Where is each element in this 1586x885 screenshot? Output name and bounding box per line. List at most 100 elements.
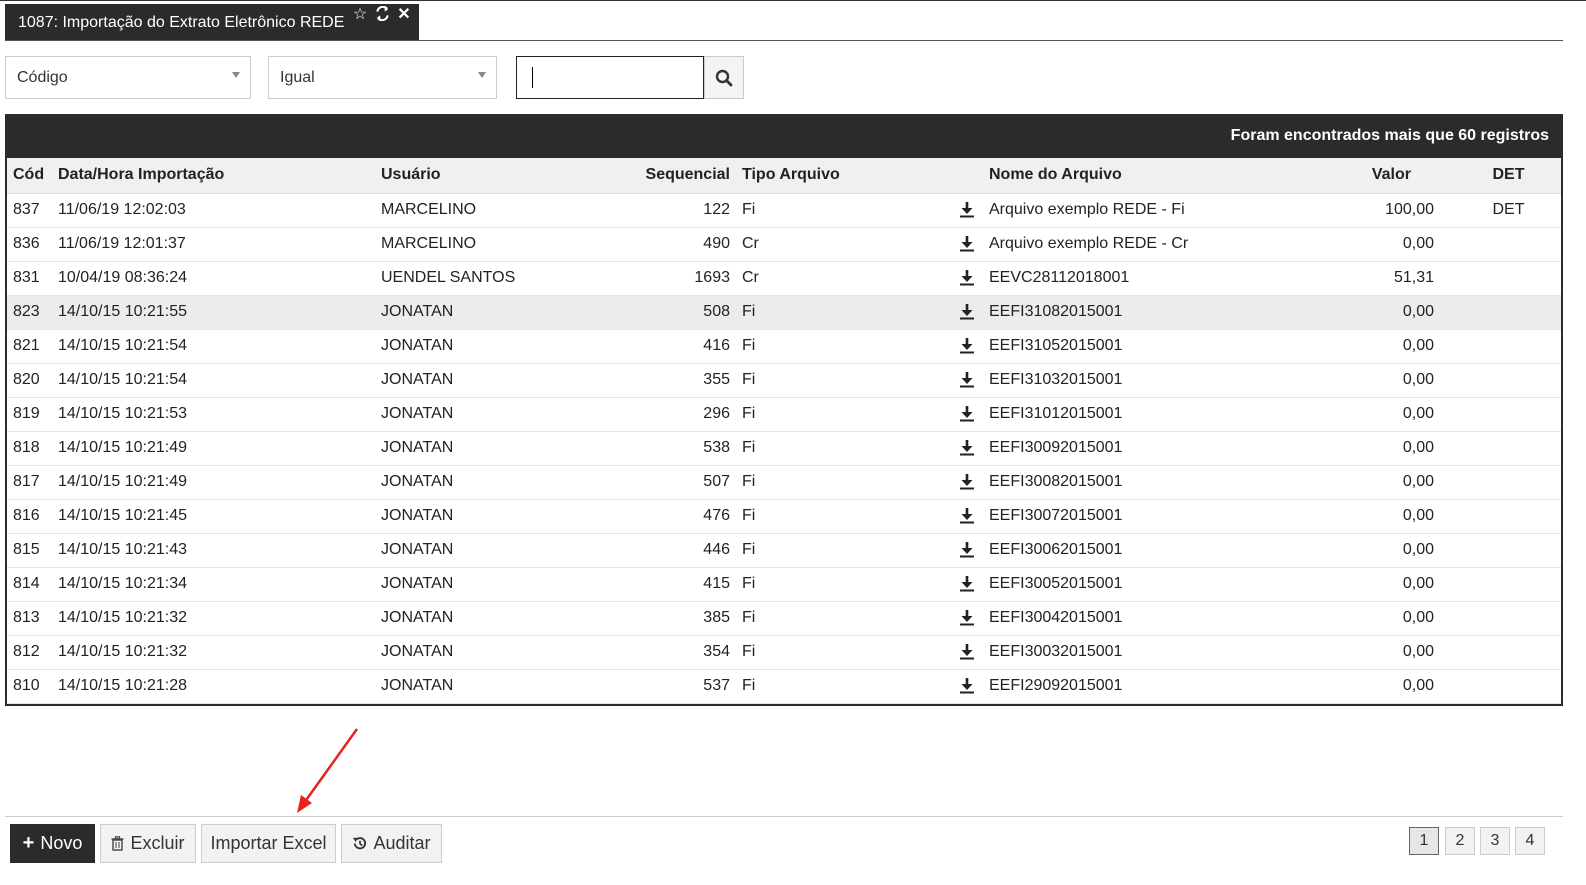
cell-download[interactable] (943, 295, 983, 330)
cell-usuario: JONATAN (375, 533, 575, 568)
col-header-data-hora[interactable]: Data/Hora Importação (52, 158, 375, 194)
cell-cod: 813 (7, 601, 52, 636)
novo-button[interactable]: + Novo (10, 824, 95, 863)
cell-download[interactable] (943, 397, 983, 432)
cell-usuario: JONATAN (375, 431, 575, 466)
cell-valor: 0,00 (1283, 465, 1456, 500)
cell-download[interactable] (943, 499, 983, 534)
cell-valor: 0,00 (1283, 295, 1456, 330)
download-icon[interactable] (959, 677, 975, 694)
cell-det[interactable] (1456, 601, 1561, 636)
cell-nome-arquivo: EEFI31052015001 (983, 329, 1283, 364)
download-icon[interactable] (959, 201, 975, 218)
cell-nome-arquivo: EEFI31082015001 (983, 295, 1283, 330)
col-header-cod[interactable]: Cód (7, 158, 52, 194)
cell-det[interactable] (1456, 227, 1561, 262)
search-input[interactable] (516, 56, 704, 99)
cell-usuario: JONATAN (375, 499, 575, 534)
filter-field-select[interactable]: Código (5, 56, 251, 99)
cell-det[interactable] (1456, 499, 1561, 534)
cell-det[interactable] (1456, 295, 1561, 330)
table-row[interactable]: 820 14/10/15 10:21:54 JONATAN 355 Fi EEFI3103… (7, 363, 1561, 398)
download-icon[interactable] (959, 303, 975, 320)
download-icon[interactable] (959, 269, 975, 286)
close-icon[interactable]: ✕ (395, 6, 413, 24)
table-row[interactable]: 831 10/04/19 08:36:24 UENDEL SANTOS 1693 Cr E… (7, 261, 1561, 296)
importar-excel-button[interactable]: Importar Excel (201, 824, 336, 863)
table-row[interactable]: 816 14/10/15 10:21:45 JONATAN 476 Fi EEFI3007… (7, 499, 1561, 534)
cell-tipo-arquivo: Fi (736, 669, 943, 704)
cell-download[interactable] (943, 261, 983, 296)
cell-download[interactable] (943, 601, 983, 636)
table-row[interactable]: 810 14/10/15 10:21:28 JONATAN 537 Fi EEFI2909… (7, 669, 1561, 704)
cell-det[interactable] (1456, 397, 1561, 432)
download-icon[interactable] (959, 235, 975, 252)
table-row[interactable]: 821 14/10/15 10:21:54 JONATAN 416 Fi EEFI3105… (7, 329, 1561, 364)
download-icon[interactable] (959, 507, 975, 524)
cell-det[interactable] (1456, 363, 1561, 398)
page-4-button[interactable]: 4 (1515, 827, 1545, 855)
cell-nome-arquivo: EEFI31012015001 (983, 397, 1283, 432)
cell-download[interactable] (943, 533, 983, 568)
table-row[interactable]: 817 14/10/15 10:21:49 JONATAN 507 Fi EEFI3008… (7, 465, 1561, 500)
col-header-det[interactable]: DET (1456, 158, 1561, 194)
cell-download[interactable] (943, 363, 983, 398)
table-row[interactable]: 837 11/06/19 12:02:03 MARCELINO 122 Fi Arquiv… (7, 193, 1561, 228)
cell-download[interactable] (943, 635, 983, 670)
download-icon[interactable] (959, 541, 975, 558)
table-row[interactable]: 813 14/10/15 10:21:32 JONATAN 385 Fi EEFI3004… (7, 601, 1561, 636)
cell-det[interactable] (1456, 533, 1561, 568)
star-icon[interactable]: ☆ (351, 6, 369, 24)
cell-det[interactable] (1456, 261, 1561, 296)
download-icon[interactable] (959, 473, 975, 490)
cell-det[interactable] (1456, 431, 1561, 466)
table-row[interactable]: 818 14/10/15 10:21:49 JONATAN 538 Fi EEFI3009… (7, 431, 1561, 466)
cell-sequencial: 537 (575, 669, 736, 704)
download-icon[interactable] (959, 609, 975, 626)
auditar-button[interactable]: Auditar (341, 824, 442, 863)
cell-download[interactable] (943, 431, 983, 466)
download-icon[interactable] (959, 371, 975, 388)
cell-data-hora: 14/10/15 10:21:54 (52, 329, 375, 364)
cell-download[interactable] (943, 227, 983, 262)
table-row[interactable]: 814 14/10/15 10:21:34 JONATAN 415 Fi EEFI3005… (7, 567, 1561, 602)
trash-icon (111, 836, 124, 851)
cell-det[interactable] (1456, 635, 1561, 670)
cell-det[interactable] (1456, 465, 1561, 500)
page-2-button[interactable]: 2 (1445, 827, 1475, 855)
cell-det[interactable] (1456, 669, 1561, 704)
cell-det[interactable] (1456, 329, 1561, 364)
table-row[interactable]: 823 14/10/15 10:21:55 JONATAN 508 Fi EEFI3108… (7, 295, 1561, 330)
page-3-button[interactable]: 3 (1480, 827, 1510, 855)
cell-download[interactable] (943, 567, 983, 602)
cell-det[interactable] (1456, 567, 1561, 602)
cell-data-hora: 14/10/15 10:21:32 (52, 635, 375, 670)
cell-download[interactable] (943, 329, 983, 364)
download-icon[interactable] (959, 439, 975, 456)
cell-download[interactable] (943, 465, 983, 500)
table-row[interactable]: 815 14/10/15 10:21:43 JONATAN 446 Fi EEFI3006… (7, 533, 1561, 568)
cell-download[interactable] (943, 669, 983, 704)
download-icon[interactable] (959, 337, 975, 354)
table-header-row: Cód Data/Hora Importação Usuário Sequenc… (7, 158, 1561, 194)
download-icon[interactable] (959, 405, 975, 422)
col-header-sequencial[interactable]: Sequencial (575, 158, 736, 194)
filter-operator-select[interactable]: Igual (268, 56, 497, 99)
refresh-icon[interactable] (373, 5, 391, 24)
excluir-button[interactable]: Excluir (100, 824, 196, 863)
col-header-nome-arquivo[interactable]: Nome do Arquivo (983, 158, 1283, 194)
page-1-button[interactable]: 1 (1409, 827, 1439, 855)
table-row[interactable]: 836 11/06/19 12:01:37 MARCELINO 490 Cr Arquiv… (7, 227, 1561, 262)
table-row[interactable]: 819 14/10/15 10:21:53 JONATAN 296 Fi EEFI3101… (7, 397, 1561, 432)
download-icon[interactable] (959, 643, 975, 660)
col-header-usuario[interactable]: Usuário (375, 158, 575, 194)
download-icon[interactable] (959, 575, 975, 592)
search-button[interactable] (704, 56, 744, 99)
table-row[interactable]: 812 14/10/15 10:21:32 JONATAN 354 Fi EEFI3003… (7, 635, 1561, 670)
cell-cod: 810 (7, 669, 52, 704)
col-header-valor[interactable]: Valor (1283, 158, 1456, 194)
cell-download[interactable] (943, 193, 983, 228)
cell-det[interactable]: DET (1456, 193, 1561, 228)
window-tab[interactable]: 1087: Importação do Extrato Eletrônico R… (5, 4, 419, 41)
col-header-tipo-arquivo[interactable]: Tipo Arquivo (736, 158, 943, 194)
